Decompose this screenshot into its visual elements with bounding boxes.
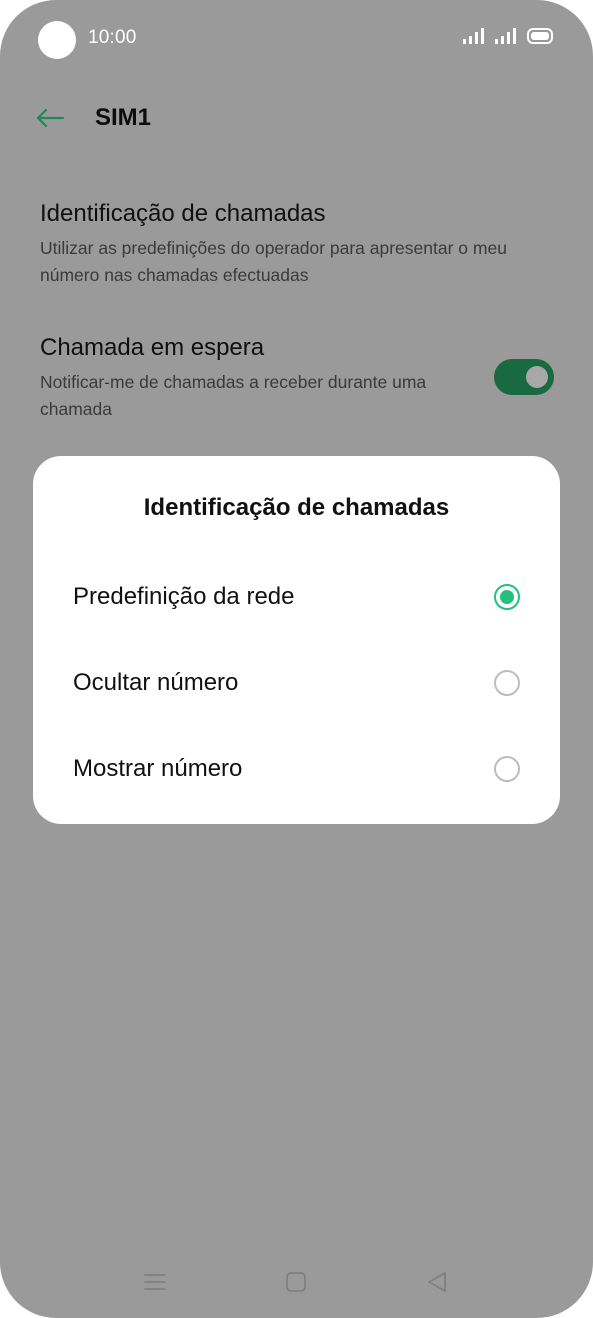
caller-id-dialog: Identificação de chamadas Predefinição d… [33, 456, 560, 824]
app-header: SIM1 [0, 96, 593, 140]
camera-cutout [38, 21, 76, 59]
option-label: Mostrar número [73, 755, 243, 782]
option-hide-number[interactable]: Ocultar número [33, 653, 560, 713]
battery-icon [527, 28, 553, 44]
option-network-default[interactable]: Predefinição da rede [33, 567, 560, 627]
dialog-title: Identificação de chamadas [143, 494, 450, 521]
signal-sim1-icon [463, 28, 484, 44]
call-waiting-toggle[interactable] [494, 359, 554, 395]
back-triangle-icon [428, 1272, 446, 1292]
menu-icon [144, 1274, 166, 1290]
radio-button[interactable] [494, 670, 520, 696]
toggle-knob [526, 366, 548, 388]
home-button[interactable] [280, 1266, 312, 1298]
option-label: Predefinição da rede [73, 583, 295, 610]
setting-call-waiting-description: Notificar-me de chamadas a receber duran… [40, 372, 427, 419]
setting-caller-id-description: Utilizar as predefinições do operador pa… [40, 238, 507, 285]
setting-call-waiting-title: Chamada em espera [40, 334, 265, 361]
setting-caller-id[interactable]: Identificação de chamadas Utilizar as pr… [40, 199, 540, 289]
page-title: SIM1 [95, 104, 152, 131]
arrow-left-icon [36, 108, 65, 128]
option-label: Ocultar número [73, 669, 239, 696]
home-square-icon [286, 1272, 306, 1292]
status-time: 10:00 [88, 27, 137, 48]
radio-button-checked[interactable] [494, 584, 520, 610]
signal-sim2-icon [495, 28, 516, 44]
status-icons [463, 28, 555, 44]
back-button[interactable] [30, 98, 70, 138]
recent-apps-button[interactable] [139, 1266, 171, 1298]
phone-screen: 10:00 SIM1 Identificação de chamadas Uti… [0, 0, 593, 1318]
back-nav-button[interactable] [421, 1266, 453, 1298]
option-show-number[interactable]: Mostrar número [33, 739, 560, 799]
setting-call-waiting[interactable]: Chamada em espera Notificar-me de chamad… [40, 333, 540, 423]
status-bar: 10:00 [0, 0, 593, 80]
setting-caller-id-title: Identificação de chamadas [40, 200, 326, 227]
radio-button[interactable] [494, 756, 520, 782]
navigation-bar [0, 1258, 593, 1306]
